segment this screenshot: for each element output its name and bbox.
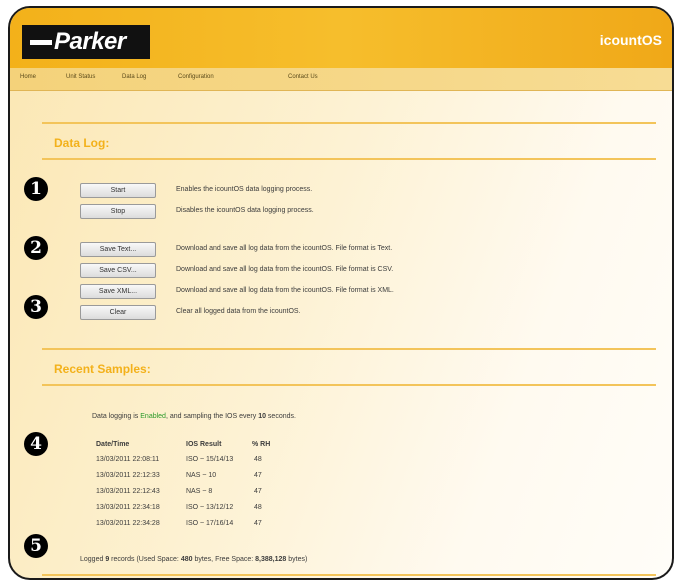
table-cell-datetime: 13/03/2011 22:34:18 (96, 504, 160, 511)
header-bar: Parker icountOS (10, 8, 672, 68)
table-cell-result: ISO ~ 13/12/12 (186, 504, 234, 511)
app-window: Parker icountOS Home Unit Status Data Lo… (8, 6, 674, 580)
stop-button[interactable]: Stop (80, 204, 156, 219)
column-header-rh: % RH (252, 441, 271, 448)
summary-suffix: bytes) (286, 556, 308, 563)
clear-description: Clear all logged data from the icountOS. (176, 308, 301, 315)
table-cell-rh: 48 (254, 456, 262, 463)
table-cell-datetime: 13/03/2011 22:12:43 (96, 488, 160, 495)
save-xml-button[interactable]: Save XML... (80, 284, 156, 299)
nav-item-configuration[interactable]: Configuration (178, 74, 214, 80)
status-middle: , and sampling the IOS every (165, 413, 259, 420)
status-state: Enabled (140, 413, 166, 420)
save-xml-description: Download and save all log data from the … (176, 287, 394, 294)
app-title: icountOS (599, 32, 662, 48)
section-divider (42, 348, 656, 350)
callout-badge-1: 1 (24, 177, 48, 201)
nav-item-unit-status[interactable]: Unit Status (66, 74, 95, 80)
nav-bar: Home Unit Status Data Log Configuration … (10, 68, 672, 91)
stop-description: Disables the icountOS data logging proce… (176, 207, 314, 214)
section-divider (42, 122, 656, 124)
save-csv-button[interactable]: Save CSV... (80, 263, 156, 278)
status-suffix: seconds. (265, 413, 296, 420)
save-text-button[interactable]: Save Text... (80, 242, 156, 257)
logging-status: Data logging is Enabled, and sampling th… (92, 413, 296, 420)
table-cell-result: NAS ~ 8 (186, 488, 213, 495)
parker-logo: Parker (22, 25, 150, 59)
callout-badge-5: 5 (24, 534, 48, 558)
callout-badge-4: 4 (24, 432, 48, 456)
section-divider (42, 158, 656, 160)
start-description: Enables the icountOS data logging proces… (176, 186, 313, 193)
logo-text: Parker (54, 28, 126, 55)
summary-middle-1: records (Used Space: (109, 556, 181, 563)
status-prefix: Data logging is (92, 413, 141, 420)
table-cell-rh: 47 (254, 488, 262, 495)
summary-free-space: 8,388,128 (255, 556, 287, 563)
table-cell-result: ISO ~ 17/16/14 (186, 520, 234, 527)
recent-samples-title: Recent Samples: (54, 362, 151, 376)
table-cell-rh: 48 (254, 504, 262, 511)
table-cell-datetime: 13/03/2011 22:12:33 (96, 472, 160, 479)
section-divider (42, 574, 656, 576)
column-header-datetime: Date/Time (96, 441, 130, 448)
clear-button[interactable]: Clear (80, 305, 156, 320)
save-csv-description: Download and save all log data from the … (176, 266, 394, 273)
callout-badge-2: 2 (24, 236, 48, 260)
nav-item-data-log[interactable]: Data Log (122, 74, 146, 80)
log-summary: Logged 9 records (Used Space: 480 bytes,… (80, 556, 307, 563)
logo-dash-icon (30, 39, 52, 45)
summary-middle-2: bytes, Free Space: (192, 556, 256, 563)
table-cell-result: NAS ~ 10 (186, 472, 217, 479)
save-text-description: Download and save all log data from the … (176, 245, 393, 252)
callout-badge-3: 3 (24, 295, 48, 319)
start-button[interactable]: Start (80, 183, 156, 198)
section-divider (42, 384, 656, 386)
table-cell-result: ISO ~ 15/14/13 (186, 456, 234, 463)
table-cell-rh: 47 (254, 520, 262, 527)
data-log-title: Data Log: (54, 136, 110, 150)
column-header-ios-result: IOS Result (186, 441, 222, 448)
status-interval: 10 (258, 413, 266, 420)
table-cell-rh: 47 (254, 472, 262, 479)
table-cell-datetime: 13/03/2011 22:08:11 (96, 456, 160, 463)
nav-item-home[interactable]: Home (20, 74, 36, 80)
summary-used-space: 480 (180, 556, 193, 563)
summary-prefix: Logged (80, 556, 106, 563)
table-cell-datetime: 13/03/2011 22:34:28 (96, 520, 160, 527)
nav-item-contact-us[interactable]: Contact Us (288, 74, 318, 80)
